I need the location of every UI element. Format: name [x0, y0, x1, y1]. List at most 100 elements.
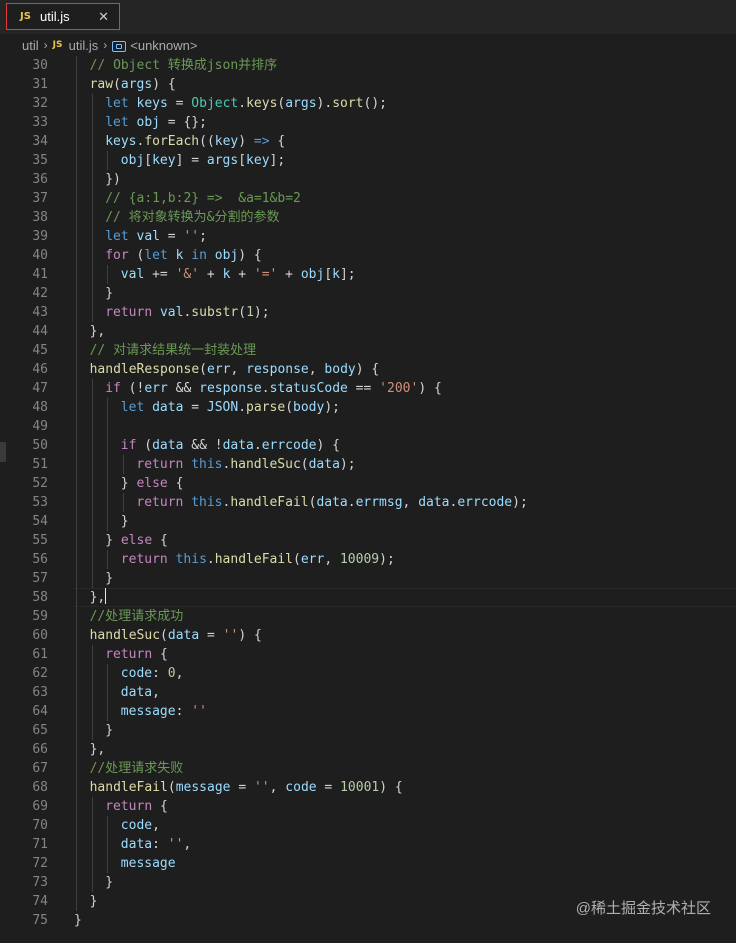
code-line[interactable]: 68 handleFail(message = '', code = 10001)… [0, 778, 736, 797]
code-text: return { [105, 797, 736, 816]
code-token: ); [379, 552, 395, 567]
code-line[interactable]: 41 val += '&' + k + '=' + obj[k]; [0, 265, 736, 284]
code-line[interactable]: 66}, [0, 740, 736, 759]
line-number: 47 [32, 381, 48, 396]
code-line[interactable]: 53 return this.handleFail(data.errmsg, da… [0, 493, 736, 512]
code-token: => [253, 134, 270, 149]
code-line[interactable]: 63 data, [0, 683, 736, 702]
code-line[interactable]: 64 message: '' [0, 702, 736, 721]
code-text: val += '&' + k + '=' + obj[k]; [121, 265, 736, 284]
line-number: 39 [32, 229, 48, 244]
code-line[interactable]: 35 obj[key] = args[key]; [0, 151, 736, 170]
code-text: }, [90, 740, 736, 759]
code-line[interactable]: 72 message [0, 854, 736, 873]
code-line[interactable]: 45 // 对请求结果统一封装处理 [0, 341, 736, 360]
code-line[interactable]: 37 // {a:1,b:2} => &a=1&b=2 [0, 189, 736, 208]
code-line[interactable]: 69 return { [0, 797, 736, 816]
code-line[interactable]: 59 //处理请求成功 [0, 607, 736, 626]
code-line[interactable]: 48 let data = JSON.parse(body); [0, 398, 736, 417]
code-line[interactable]: 40 for (let k in obj) { [0, 246, 736, 265]
code-token: } [105, 571, 114, 586]
code-line[interactable]: 60 handleSuc(data = '') { [0, 626, 736, 645]
code-line[interactable]: 52} else { [0, 474, 736, 493]
code-line[interactable]: 44}, [0, 322, 736, 341]
code-line[interactable]: 34 keys.forEach((key) => { [0, 132, 736, 151]
editor-tab-util-js[interactable]: JS util.js ✕ [6, 3, 120, 30]
line-number: 44 [32, 324, 48, 339]
code-line[interactable]: 31 raw(args) { [0, 75, 736, 94]
code-token: ); [512, 495, 528, 510]
code-line[interactable]: 65} [0, 721, 736, 740]
code-text: //处理请求失败 [90, 759, 736, 778]
code-token: handleSuc [230, 457, 301, 472]
code-token: errcode [457, 495, 513, 510]
code-text: return this.handleFail(data.errmsg, data… [136, 493, 736, 512]
code-token: body [293, 400, 325, 415]
code-token: ) { [238, 628, 262, 643]
close-icon[interactable]: ✕ [98, 9, 109, 25]
code-line[interactable]: 54} [0, 512, 736, 531]
code-line[interactable]: 73} [0, 873, 736, 892]
code-token: '' [222, 628, 239, 643]
code-line[interactable]: 43 return val.substr(1); [0, 303, 736, 322]
code-token: , [152, 685, 160, 700]
code-line[interactable]: 62 code: 0, [0, 664, 736, 683]
line-number: 60 [32, 628, 48, 643]
code-token: ) { [238, 248, 262, 263]
breadcrumb-symbol[interactable]: <unknown> [130, 38, 197, 53]
code-token: JSON [206, 400, 239, 415]
code-line[interactable]: 38 // 将对象转换为&分割的参数 [0, 208, 736, 227]
breadcrumb-file[interactable]: util.js [69, 38, 99, 53]
code-line[interactable]: 42} [0, 284, 736, 303]
code-line[interactable]: 57} [0, 569, 736, 588]
code-line[interactable]: 49 [0, 417, 736, 436]
code-line[interactable]: 32 let keys = Object.keys(args).sort(); [0, 94, 736, 113]
line-number: 43 [32, 305, 48, 320]
code-line[interactable]: 67 //处理请求失败 [0, 759, 736, 778]
code-token: obj [120, 153, 145, 168]
line-number: 71 [32, 837, 48, 852]
line-number: 70 [32, 818, 48, 833]
code-line[interactable]: 30 // Object 转换成json并排序 [0, 56, 736, 75]
code-line[interactable]: 39 let val = ''; [0, 227, 736, 246]
code-token: // 对请求结果统一封装处理 [89, 343, 257, 358]
line-number: 34 [32, 134, 48, 149]
code-token: ) { [379, 780, 403, 795]
code-line[interactable]: 70 code, [0, 816, 736, 835]
code-token: let [105, 96, 129, 111]
code-token: data [152, 400, 184, 415]
code-token: ]; [269, 153, 286, 168]
code-line[interactable]: 55} else { [0, 531, 736, 550]
code-editor[interactable]: 30// Object 转换成json并排序 31 raw(args) {32 let… [0, 56, 736, 943]
code-token: ( [293, 552, 301, 567]
code-line[interactable]: 58}, [0, 588, 736, 607]
line-number: 30 [32, 58, 48, 73]
code-token: == [347, 381, 380, 396]
breadcrumb-folder[interactable]: util [22, 38, 39, 53]
code-text: handleSuc(data = '') { [90, 626, 736, 645]
code-text: } [121, 512, 736, 531]
code-line[interactable]: 33 let obj = {}; [0, 113, 736, 132]
code-text: code, [121, 816, 736, 835]
code-token: k [332, 267, 340, 282]
code-line[interactable]: 56 return this.handleFail(err, 10009); [0, 550, 736, 569]
code-line[interactable]: 71 data: '', [0, 835, 736, 854]
code-text: handleFail(message = '', code = 10001) { [90, 778, 736, 797]
code-line[interactable]: 61 return { [0, 645, 736, 664]
code-token: message [175, 780, 231, 795]
code-line[interactable]: 47 if (!err && response.statusCode == '20… [0, 379, 736, 398]
code-line[interactable]: 51 return this.handleSuc(data); [0, 455, 736, 474]
code-line[interactable]: 36}) [0, 170, 736, 189]
code-line[interactable]: 50 if (data && !data.errcode) { [0, 436, 736, 455]
code-token: , [402, 495, 419, 510]
code-line[interactable]: 46 handleResponse(err, response, body) { [0, 360, 736, 379]
tab-bar: JS util.js ✕ [0, 0, 736, 34]
code-token: '' [183, 229, 200, 244]
code-token: [ [324, 267, 333, 282]
code-token: ; [199, 229, 207, 244]
code-token: obj [214, 248, 239, 263]
code-text: handleResponse(err, response, body) { [90, 360, 736, 379]
